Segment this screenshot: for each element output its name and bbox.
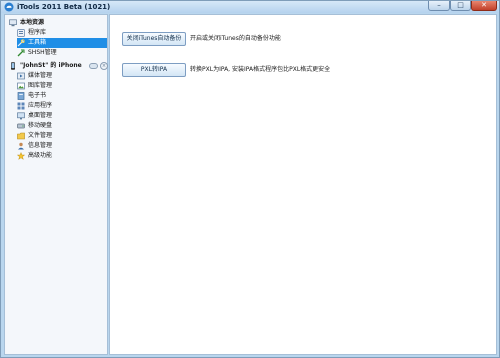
sidebar-item-label: 媒体管理 [28, 72, 53, 79]
app-window: iTools 2011 Beta (1021) – □ ✕ 本地资源 程序库 工… [0, 0, 500, 358]
sidebar-item-app-library[interactable]: 程序库 [17, 28, 105, 38]
sidebar-item-toolbox[interactable]: 工具箱 [17, 38, 107, 48]
phone-icon [11, 62, 15, 70]
ebook-icon [17, 92, 25, 100]
sidebar-item-ebooks[interactable]: 电子书 [17, 91, 105, 101]
sidebar-item-contacts[interactable]: 信息管理 [17, 141, 105, 151]
toolbox-icon [17, 39, 25, 47]
sidebar-item-label: 程序库 [28, 29, 47, 36]
photo-icon [17, 82, 25, 90]
maximize-button[interactable]: □ [450, 1, 471, 11]
device-toggle-icon[interactable] [89, 63, 98, 69]
disable-itunes-backup-description: 开启或关闭iTunes的自动备份功能 [190, 35, 281, 42]
sidebar-item-desktop[interactable]: 桌面管理 [17, 111, 105, 121]
sidebar-item-label: SHSH管理 [28, 49, 57, 56]
sidebar-item-disk[interactable]: 移动硬盘 [17, 121, 105, 131]
sidebar-item-label: 信息管理 [28, 142, 53, 149]
app-library-icon [17, 29, 25, 37]
disable-itunes-backup-button[interactable]: 关闭iTunes自动备份 [122, 32, 186, 46]
contacts-icon [18, 142, 24, 150]
sidebar-group-label: "JohnSt" 的 iPhone [20, 62, 82, 69]
sidebar-item-files[interactable]: 文件管理 [17, 131, 105, 141]
title-bar[interactable]: iTools 2011 Beta (1021) – □ ✕ [1, 1, 499, 13]
pxl-to-ipa-button[interactable]: PXL转IPA [122, 63, 186, 77]
sidebar-item-shsh[interactable]: SHSH管理 [17, 48, 105, 58]
pxl-to-ipa-description: 转换PXL为IPA, 安装IPA格式程序包比PXL格式更安全 [190, 66, 331, 73]
toolbox-panel: 关闭iTunes自动备份 开启或关闭iTunes的自动备份功能 PXL转IPA … [109, 14, 497, 355]
minimize-button[interactable]: – [428, 1, 450, 11]
sidebar-item-label: 图库管理 [28, 82, 53, 89]
close-button[interactable]: ✕ [471, 1, 497, 11]
sidebar-item-label: 移动硬盘 [28, 122, 53, 129]
sidebar-tree: 本地资源 程序库 工具箱 SHSH管理 "JohnSt" 的 iPhone × … [4, 14, 108, 355]
shsh-icon [17, 49, 25, 57]
sidebar-group-local[interactable]: 本地资源 [9, 18, 105, 28]
eject-icon[interactable]: × [100, 62, 108, 70]
file-icon [17, 132, 25, 140]
apps-icon [17, 102, 25, 110]
sidebar-item-photos[interactable]: 图库管理 [17, 81, 105, 91]
sidebar-item-media[interactable]: 媒体管理 [17, 71, 105, 81]
window-title: iTools 2011 Beta (1021) [17, 3, 111, 11]
sidebar-item-label: 高级功能 [28, 152, 53, 159]
star-icon [17, 152, 25, 160]
itools-logo-icon [4, 2, 14, 12]
computer-icon [9, 19, 17, 27]
sidebar-group-label: 本地资源 [20, 19, 45, 26]
desktop-icon [17, 112, 25, 120]
sidebar-item-label: 文件管理 [28, 132, 53, 139]
sidebar-group-device[interactable]: "JohnSt" 的 iPhone [9, 61, 91, 71]
sidebar-item-label: 桌面管理 [28, 112, 53, 119]
media-icon [17, 72, 25, 80]
sidebar-item-label: 电子书 [28, 92, 47, 99]
sidebar-item-advanced[interactable]: 高级功能 [17, 151, 105, 161]
sidebar-item-label: 工具箱 [28, 39, 47, 46]
disk-icon [17, 123, 25, 129]
sidebar-item-apps[interactable]: 应用程序 [17, 101, 105, 111]
sidebar-item-label: 应用程序 [28, 102, 53, 109]
